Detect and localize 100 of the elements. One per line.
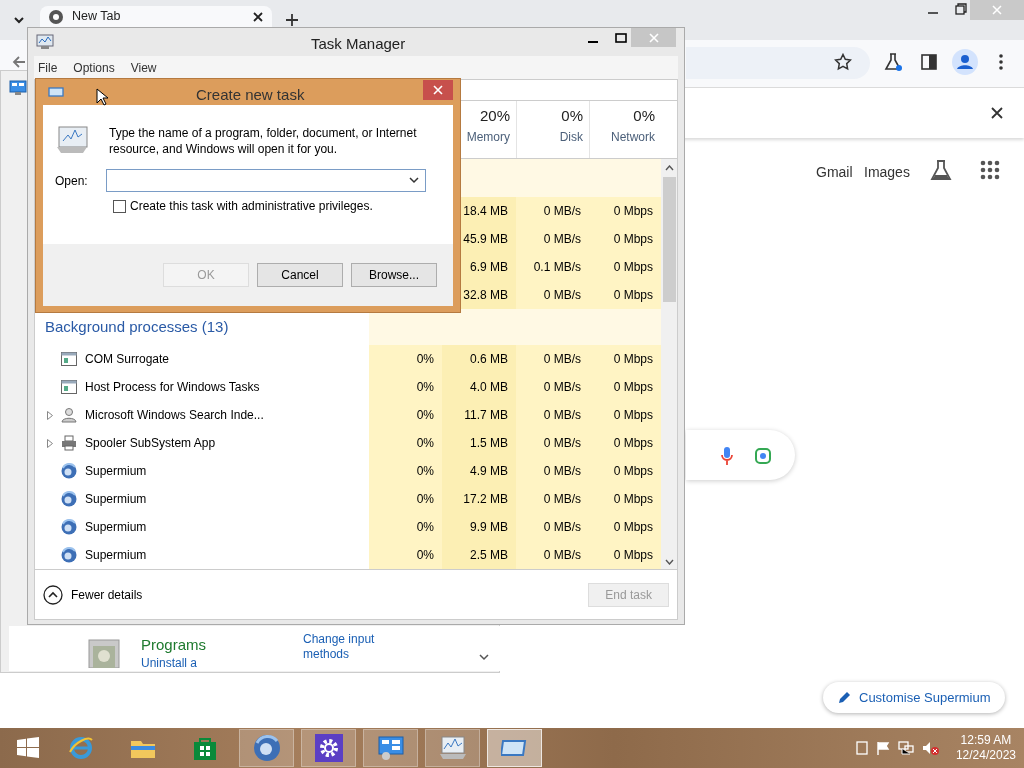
table-cell: 1.5 MB <box>442 429 516 457</box>
table-cell: 0% <box>369 373 442 401</box>
settings-link[interactable]: Change input methods <box>303 632 393 662</box>
close-icon[interactable] <box>991 107 1003 119</box>
side-panel-icon[interactable] <box>921 54 937 70</box>
menu-item[interactable]: View <box>130 58 157 77</box>
window-title: Task Manager <box>311 34 406 54</box>
header-link[interactable]: Images <box>864 162 910 183</box>
category-link[interactable]: Uninstall a <box>141 654 198 672</box>
table-cell: 4.0 MB <box>442 373 516 401</box>
browser-icon <box>61 491 77 507</box>
process-name: Microsoft Windows Search Inde... <box>85 407 264 424</box>
apps-icon[interactable] <box>980 160 1000 180</box>
open-field[interactable] <box>106 169 426 192</box>
table-cell: 11.7 MB <box>442 401 516 429</box>
table-cell <box>589 309 661 345</box>
table-cell: 0 Mbps <box>589 513 661 541</box>
header-link[interactable]: Gmail <box>816 162 853 183</box>
notification-icon[interactable] <box>855 741 868 755</box>
new-tab-icon[interactable] <box>285 13 299 27</box>
close-icon[interactable] <box>252 10 264 23</box>
scroll-up-icon[interactable] <box>665 165 674 171</box>
process-name: Supermium <box>85 463 147 480</box>
dialog-button[interactable]: Cancel <box>257 263 343 287</box>
table-cell: 0% <box>369 429 442 457</box>
table-cell: 0 Mbps <box>589 225 661 253</box>
expand-icon[interactable] <box>47 438 53 448</box>
table-cell: 0% <box>369 401 442 429</box>
close-icon <box>992 5 1002 15</box>
profile-icon[interactable] <box>952 49 978 75</box>
user-icon <box>61 407 77 423</box>
scroll-down-icon[interactable] <box>665 559 674 565</box>
gear-icon <box>314 734 343 762</box>
table-cell: 0 Mbps <box>589 401 661 429</box>
back-icon[interactable] <box>11 54 27 70</box>
table-cell: 0 Mbps <box>589 253 661 281</box>
scroll-thumb[interactable] <box>663 177 676 302</box>
table-cell: 0 MB/s <box>516 513 589 541</box>
open-label: Open: <box>55 172 89 190</box>
search-box[interactable] <box>686 430 795 480</box>
flask-icon[interactable] <box>883 52 903 72</box>
menu-icon[interactable] <box>998 53 1004 71</box>
column-percent: 0% <box>560 106 583 126</box>
column-header[interactable]: 0% Disk <box>516 101 589 158</box>
table-cell: 0% <box>369 345 442 373</box>
star-icon[interactable] <box>834 53 852 71</box>
maximize-icon[interactable] <box>615 33 627 43</box>
table-cell: 0% <box>369 457 442 485</box>
checkbox[interactable] <box>113 199 126 213</box>
category-title[interactable]: Programs <box>141 634 207 657</box>
tab-title: New Tab <box>72 8 122 26</box>
taskbar-button[interactable] <box>239 729 294 767</box>
table-cell <box>589 159 661 197</box>
flask-icon[interactable] <box>930 159 952 181</box>
table-cell: 0% <box>369 541 442 569</box>
menu-item[interactable]: Options <box>73 58 115 77</box>
table-cell: 4.9 MB <box>442 457 516 485</box>
table-cell: 0 Mbps <box>589 485 661 513</box>
menu-item[interactable]: File <box>38 58 58 77</box>
table-cell: 0 Mbps <box>589 429 661 457</box>
clock[interactable]: 12:59 AM 12/24/2023 <box>955 733 1016 763</box>
browser-icon <box>66 734 95 762</box>
restore-icon[interactable] <box>955 3 967 15</box>
camera-search-icon[interactable] <box>754 447 772 465</box>
column-percent: 0% <box>632 106 655 126</box>
dropdown-icon <box>409 177 419 184</box>
table-cell: 0 Mbps <box>589 457 661 485</box>
network-icon[interactable] <box>897 741 914 755</box>
pencil-icon <box>837 690 851 705</box>
dialog-button[interactable]: Browse... <box>351 263 437 287</box>
taskbar-button[interactable] <box>363 729 418 767</box>
process-name: Spooler SubSystem App <box>85 435 216 452</box>
flag-icon[interactable] <box>875 741 890 755</box>
process-name: Supermium <box>85 547 147 564</box>
window-icon <box>61 352 77 366</box>
expand-icon[interactable] <box>47 410 53 420</box>
table-cell: 2.5 MB <box>442 541 516 569</box>
table-cell: 17.2 MB <box>442 485 516 513</box>
taskbar-button[interactable] <box>301 729 356 767</box>
microphone-icon[interactable] <box>720 446 734 466</box>
close-icon <box>648 32 659 43</box>
collapse-icon <box>43 584 63 605</box>
close-button[interactable] <box>423 80 453 100</box>
column-header[interactable]: 0% Network <box>589 101 661 158</box>
control-panel-icon[interactable] <box>9 80 27 96</box>
browser-tab[interactable]: New Tab <box>40 6 272 27</box>
process-name: Host Process for Windows Tasks <box>85 379 260 396</box>
process-name: Supermium <box>85 491 147 508</box>
table-cell: 0 Mbps <box>589 373 661 401</box>
table-cell: 0.6 MB <box>442 345 516 373</box>
customise-button[interactable]: Customise Supermium <box>823 682 1005 713</box>
table-cell: 0 MB/s <box>516 457 589 485</box>
scrollbar[interactable] <box>661 159 677 569</box>
taskbar-button[interactable] <box>487 729 542 767</box>
table-cell: 0% <box>369 485 442 513</box>
muted-speaker-icon[interactable] <box>921 741 940 755</box>
scroll-down-icon[interactable] <box>479 654 489 662</box>
fewer-details-link[interactable]: Fewer details <box>43 584 143 605</box>
browser-icon <box>61 547 77 563</box>
column-label: Network <box>610 128 655 146</box>
